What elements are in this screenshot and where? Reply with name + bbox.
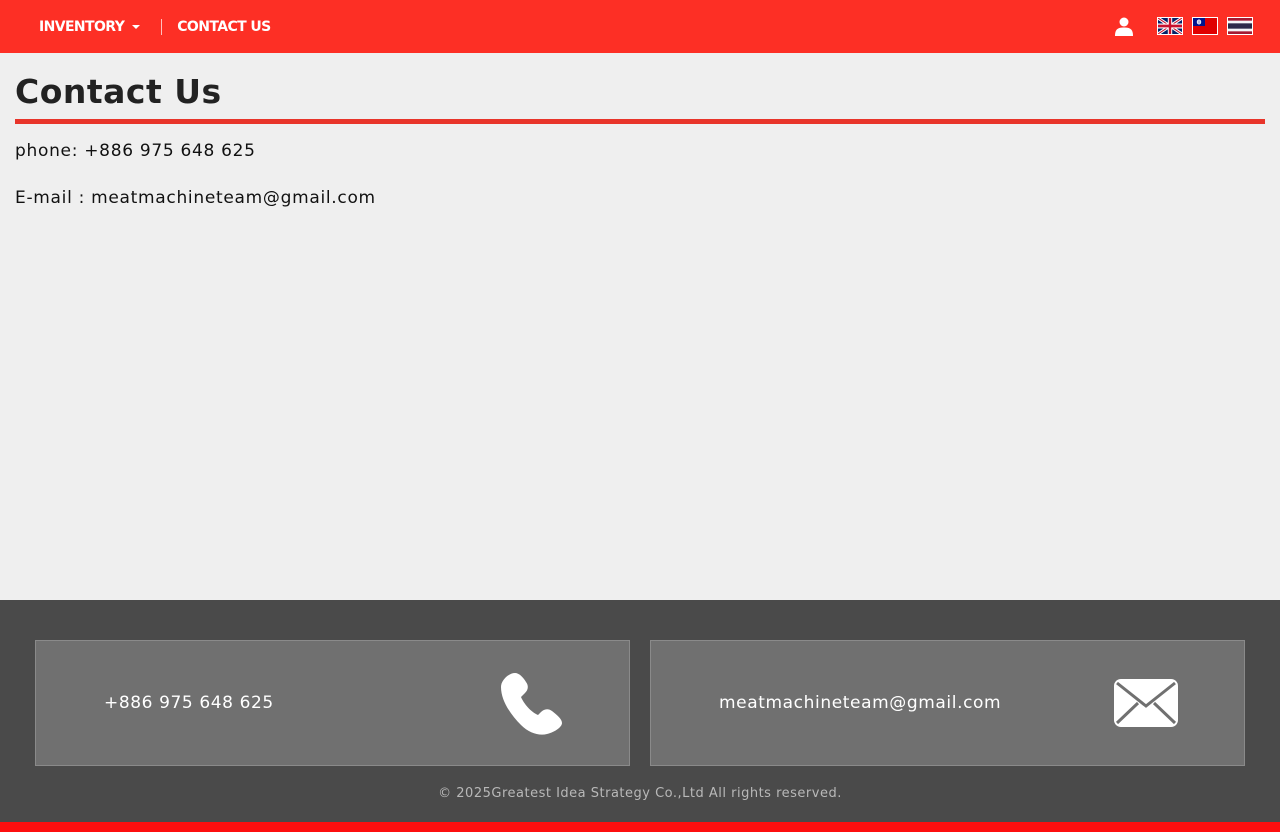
envelope-icon [1114,679,1178,727]
footer-phone-number: +886 975 648 625 [104,693,274,713]
nav-contact-us[interactable]: CONTACT US [177,18,271,35]
phone-icon [501,673,562,735]
contact-email-text: E-mail : meatmachineteam@gmail.com [15,188,376,208]
main-content: Contact Us phone: +886 975 648 625 E-mai… [15,72,1265,208]
footer: +886 975 648 625 meatmachineteam@gmail.c… [0,600,1280,822]
taiwan-flag-icon[interactable] [1192,17,1218,35]
main-nav: INVENTORY CONTACT US [0,0,271,53]
nav-inventory-label: INVENTORY [39,18,125,35]
title-divider [15,119,1265,124]
footer-phone-card[interactable]: +886 975 648 625 [35,640,630,766]
nav-divider [161,18,163,35]
caret-down-icon [132,24,141,29]
thailand-flag-icon[interactable] [1227,17,1253,35]
bottom-accent-bar [0,822,1280,832]
footer-email-address: meatmachineteam@gmail.com [719,693,1002,713]
contact-phone-text: phone: +886 975 648 625 [15,141,256,161]
footer-email-card[interactable]: meatmachineteam@gmail.com [650,640,1245,766]
uk-flag-icon[interactable] [1157,17,1183,35]
nav-inventory-dropdown[interactable]: INVENTORY [39,18,141,35]
header-actions [1114,15,1253,37]
footer-copyright: © 2025Greatest Idea Strategy Co.,Ltd All… [438,786,842,801]
top-navbar: INVENTORY CONTACT US [0,0,1280,53]
page-title: Contact Us [15,72,222,111]
nav-contact-label: CONTACT US [177,18,271,35]
user-icon[interactable] [1114,16,1134,36]
